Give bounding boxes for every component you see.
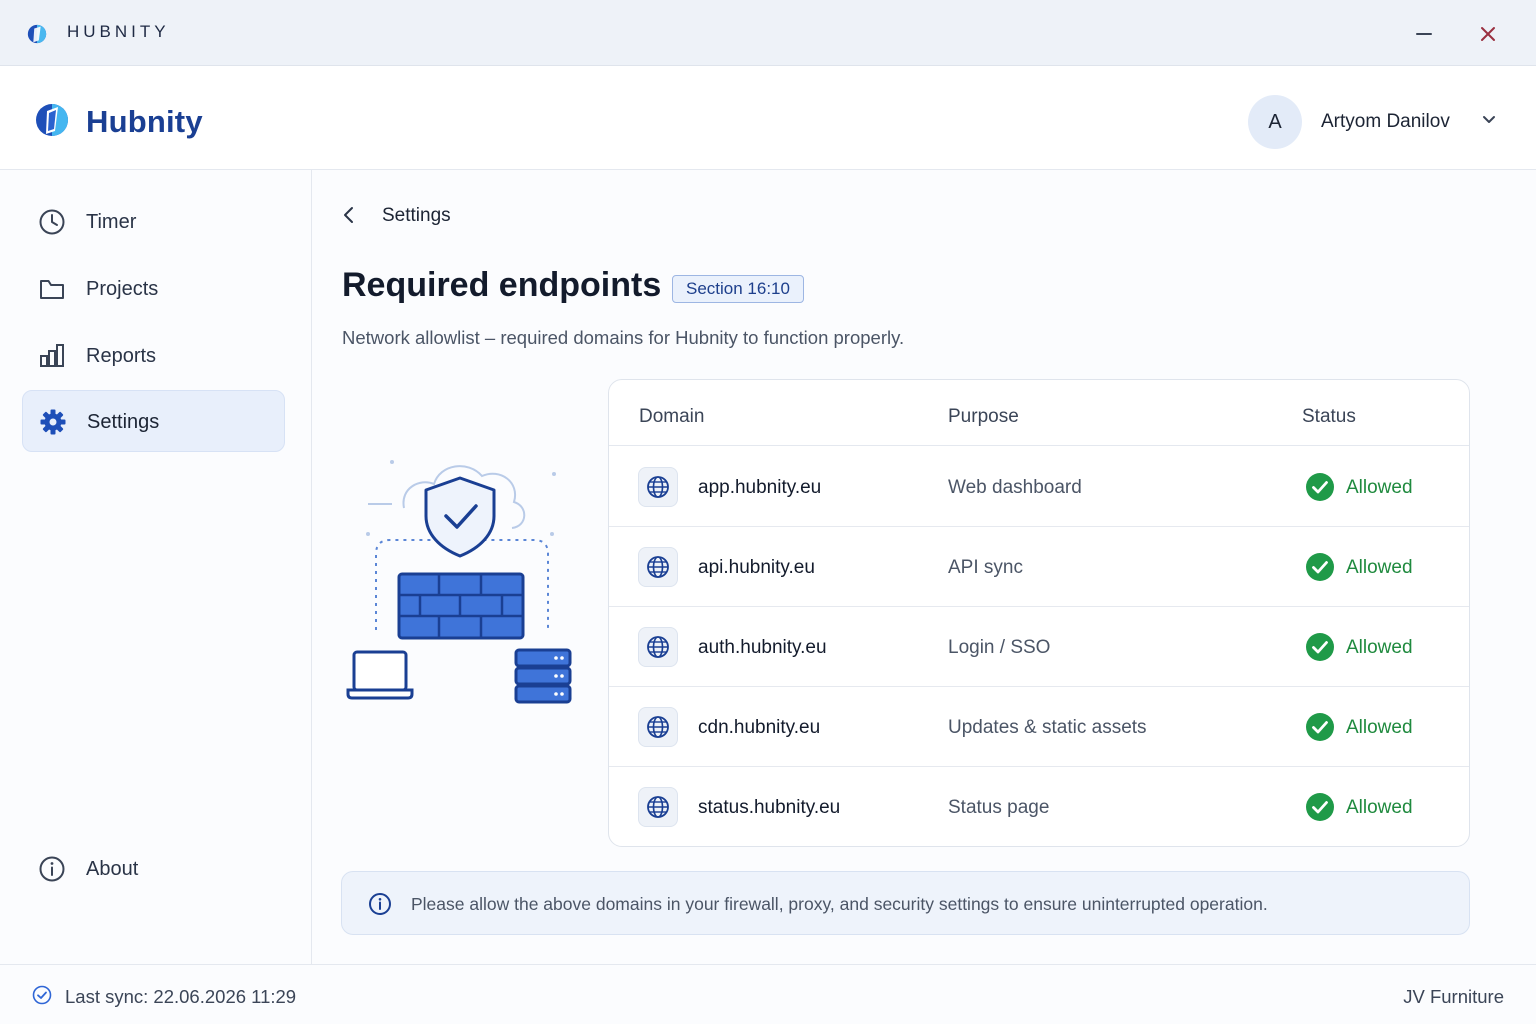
table-row: cdn.hubnity.eu Updates & static assets A…: [609, 687, 1469, 767]
domain-cell: api.hubnity.eu: [698, 557, 815, 578]
table-row: auth.hubnity.eu Login / SSO Allowed: [609, 607, 1469, 687]
status-text: Allowed: [1346, 477, 1413, 498]
breadcrumb[interactable]: Settings: [382, 205, 451, 227]
status-text: Allowed: [1346, 557, 1413, 578]
column-header-status: Status: [1302, 406, 1356, 427]
check-circle-icon: [32, 985, 52, 1005]
status-text: Allowed: [1346, 797, 1413, 818]
app-window: HUBNITY Hubnity A Artyom Danilov Timer P…: [0, 0, 1536, 1024]
check-circle-icon: [1306, 793, 1334, 821]
info-icon: [39, 856, 65, 882]
column-header-domain: Domain: [639, 406, 705, 427]
table-row: app.hubnity.eu Web dashboard Allowed: [609, 447, 1469, 527]
back-arrow-icon[interactable]: [338, 204, 360, 226]
sidebar-item-projects[interactable]: Projects: [22, 258, 285, 320]
app-header: Hubnity A Artyom Danilov: [0, 66, 1536, 170]
purpose-cell: Updates & static assets: [948, 717, 1147, 738]
sidebar-item-label: Timer: [86, 211, 137, 233]
status-text: Allowed: [1346, 637, 1413, 658]
check-circle-icon: [1306, 713, 1334, 741]
info-icon: [369, 893, 391, 915]
avatar[interactable]: A: [1248, 95, 1302, 149]
section-badge: Section 16:10: [672, 275, 804, 303]
purpose-cell: Status page: [948, 797, 1050, 818]
purpose-cell: Web dashboard: [948, 477, 1082, 498]
sidebar: Timer Projects Reports Settings About: [0, 170, 312, 964]
hubnity-logo-icon[interactable]: [34, 102, 70, 138]
status-bar: Last sync: 22.06.2026 11:29 JV Furniture: [0, 964, 1536, 1024]
table-row: status.hubnity.eu Status page Allowed: [609, 767, 1469, 846]
globe-icon: [638, 547, 678, 587]
column-header-purpose: Purpose: [948, 406, 1019, 427]
info-text: Please allow the above domains in your f…: [411, 894, 1268, 914]
domain-cell: cdn.hubnity.eu: [698, 717, 821, 738]
close-icon[interactable]: [1476, 22, 1500, 46]
purpose-cell: Login / SSO: [948, 637, 1051, 658]
status-text: Allowed: [1346, 717, 1413, 738]
sidebar-item-reports[interactable]: Reports: [22, 325, 285, 387]
sidebar-item-about[interactable]: About: [22, 838, 285, 900]
company-name: JV Furniture: [1403, 986, 1504, 1007]
folder-icon: [40, 280, 64, 299]
table-row: api.hubnity.eu API sync Allowed: [609, 527, 1469, 607]
table-header: Domain Purpose Status: [609, 380, 1469, 446]
brand-name[interactable]: Hubnity: [86, 104, 203, 140]
user-menu[interactable]: A Artyom Danilov: [1248, 94, 1508, 149]
endpoints-table: Domain Purpose Status app.hubnity.eu Web…: [608, 379, 1470, 847]
info-banner: Please allow the above domains in your f…: [341, 871, 1470, 935]
hubnity-logo-icon: [27, 24, 47, 44]
domain-cell: auth.hubnity.eu: [698, 637, 827, 658]
sidebar-item-label: About: [86, 858, 139, 880]
check-circle-icon: [1306, 633, 1334, 661]
page-subtitle: Network allowlist – required domains for…: [342, 327, 905, 348]
sidebar-item-settings[interactable]: Settings: [22, 390, 285, 452]
clock-icon: [39, 209, 65, 235]
domain-cell: status.hubnity.eu: [698, 797, 841, 818]
user-name[interactable]: Artyom Danilov: [1321, 111, 1450, 133]
globe-icon: [638, 707, 678, 747]
check-circle-icon: [1306, 473, 1334, 501]
sidebar-item-label: Reports: [86, 345, 157, 367]
title-bar: HUBNITY: [0, 0, 1536, 66]
main-content: Settings Required endpoints Section 16:1…: [312, 170, 1536, 964]
gear-icon: [40, 409, 66, 435]
domain-cell: app.hubnity.eu: [698, 477, 822, 498]
bar-chart-icon: [40, 344, 64, 367]
globe-icon: [638, 787, 678, 827]
window-app-name: HUBNITY: [67, 22, 170, 41]
globe-icon: [638, 627, 678, 667]
check-circle-icon: [1306, 553, 1334, 581]
sidebar-item-label: Projects: [86, 278, 159, 300]
minimize-icon[interactable]: [1412, 22, 1436, 46]
chevron-down-icon[interactable]: [1480, 111, 1498, 129]
sidebar-item-timer[interactable]: Timer: [22, 191, 285, 253]
purpose-cell: API sync: [948, 557, 1023, 578]
globe-icon: [638, 467, 678, 507]
last-sync-text: Last sync: 22.06.2026 11:29: [65, 986, 297, 1007]
sidebar-item-label: Settings: [87, 411, 160, 433]
firewall-illustration-icon: [346, 460, 572, 704]
page-title: Required endpoints: [342, 266, 662, 304]
